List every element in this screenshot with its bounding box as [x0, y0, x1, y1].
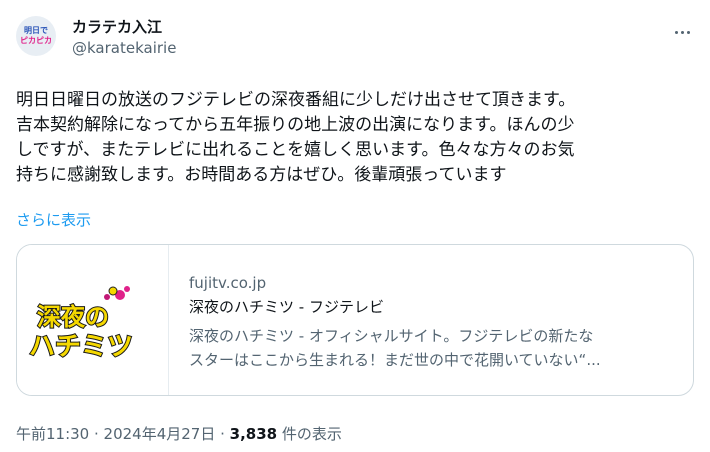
views-label: 件の表示 [277, 425, 342, 443]
ellipsis-horizontal-icon [674, 30, 690, 34]
tweet-date[interactable]: 2024年4月27日 [104, 425, 216, 443]
author-display-name[interactable]: カラテカ入江 [72, 17, 162, 37]
card-description: 深夜のハチミツ - オフィシャルサイト。フジテレビの新たな スターはここから生ま… [189, 327, 601, 369]
meta-separator: · [89, 425, 104, 443]
avatar-image: 明日で ピカピカ [20, 26, 52, 45]
svg-text:ハチミツ: ハチミツ [29, 332, 133, 362]
card-domain: fujitv.co.jp [189, 274, 267, 292]
avatar[interactable]: 明日で ピカピカ [16, 16, 56, 56]
card-title: 深夜のハチミツ - フジテレビ [189, 298, 384, 316]
show-more-link[interactable]: さらに表示 [16, 210, 91, 230]
card-thumbnail: 深夜の ハチミツ [17, 245, 169, 395]
tweet-text: 明日日曜日の放送のフジテレビの深夜番組に少しだけ出させて頂きます。 吉本契約解除… [16, 90, 576, 185]
svg-text:深夜の: 深夜の [37, 303, 109, 331]
tweet-time[interactable]: 午前11:30 [16, 425, 89, 443]
shinya-no-hachimitsu-logo: 深夜の ハチミツ [28, 286, 134, 363]
more-options-button[interactable] [670, 20, 694, 44]
views-count: 3,838 [229, 425, 278, 443]
meta-separator-2: · [215, 425, 230, 443]
author-handle[interactable]: @karatekairie [72, 38, 176, 58]
tweet-metadata: 午前11:30 · 2024年4月27日 · 3,838 件の表示 [16, 424, 342, 444]
link-preview-card[interactable]: 深夜の ハチミツ fujitv.co.jp 深夜のハチミツ - フジテレビ 深夜… [16, 244, 694, 396]
